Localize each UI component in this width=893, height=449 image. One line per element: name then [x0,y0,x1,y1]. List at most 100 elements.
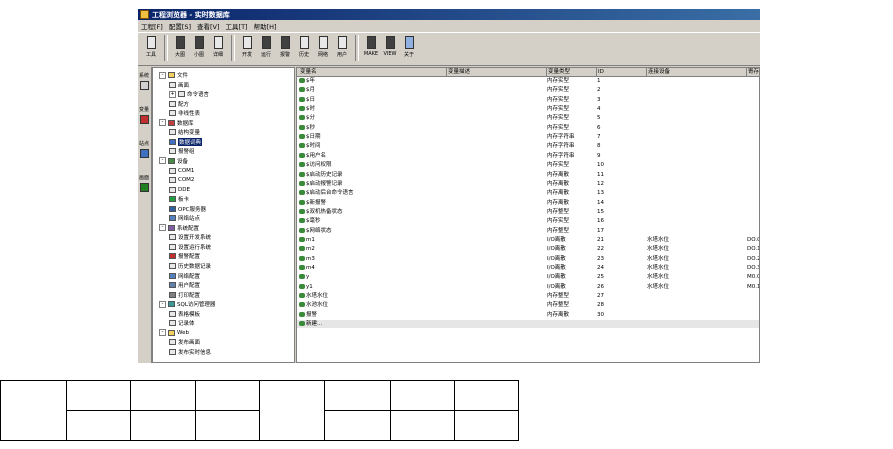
grid-column-header[interactable]: 变量描述 [447,68,547,76]
table-row[interactable]: $日 内存实型 3 [297,96,759,104]
cell-text: 4 [597,106,601,113]
tree-node[interactable]: - 系统配置 [159,224,199,232]
tree-node-label: 板卡 [178,197,190,204]
menu-item[interactable]: 工程[F] [138,21,166,31]
tree-node-label: 打印配置 [178,292,201,299]
tree-node[interactable]: 发布画面 [169,338,200,346]
grid-column-header[interactable]: 变量名 [299,68,447,76]
tree-node[interactable]: 表格模板 [169,310,200,318]
side-tab[interactable]: 画面 [139,175,149,192]
toolbar-button[interactable]: 工具 [142,33,160,63]
tree-node[interactable]: 打印配置 [169,291,200,299]
table-row[interactable]: $双机热备状态 内存整型 15 [297,208,759,216]
tree-node[interactable]: + 命令语言 [169,90,209,98]
tree-node[interactable]: 结构变量 [169,128,200,136]
menu-item[interactable]: 工具[T] [223,21,251,31]
side-tab[interactable]: 站点 [139,141,149,158]
table-row[interactable]: $月 内存实型 2 [297,86,759,94]
toolbar-button[interactable]: 关于 [400,33,418,63]
tree-node[interactable]: 板卡 [169,195,189,203]
tree-expander[interactable]: - [159,224,166,232]
tree-node[interactable]: DDE [169,186,190,194]
table-row[interactable]: $访问权限 内存实型 10 [297,161,759,169]
table-row[interactable]: y I/O离散 25 水塔水位 M0.0 [297,273,759,281]
grid-column-header[interactable]: 寄存器 [747,68,759,76]
tree-node[interactable]: 网络站点 [169,214,200,222]
toolbar-button[interactable]: 小图 [190,33,208,63]
toolbar-button[interactable]: 详细 [209,33,227,63]
table-row[interactable]: m1 I/O离散 21 水塔水位 DO.0 [297,236,759,244]
tree-node[interactable]: 设置开发系统 [169,233,211,241]
table-row[interactable]: 水池水位 内存整型 28 [297,301,759,309]
tree-node[interactable]: COM1 [169,167,194,175]
grid-column-header[interactable]: ID [597,68,647,76]
tree-node[interactable]: COM2 [169,176,194,184]
tree-node[interactable]: 网络配置 [169,272,200,280]
tree-expander[interactable]: - [159,157,166,165]
tree-node[interactable]: - 数据库 [159,119,194,127]
tree-node[interactable]: 记录体 [169,319,195,327]
tree-node[interactable]: 发布实时信息 [169,348,211,356]
grid-column-header[interactable]: 连接设备 [647,68,747,76]
toolbar-button[interactable]: 用户 [333,33,351,63]
tree-expander[interactable]: - [159,71,166,79]
tree-expander[interactable]: - [159,329,166,337]
table-row[interactable]: $新报警 内存离散 14 [297,199,759,207]
table-row[interactable]: m4 I/O离散 24 水塔水位 DO.3 [297,264,759,272]
toolbar-button[interactable]: 运行 [257,33,275,63]
tree-node[interactable]: 报警组 [169,147,195,155]
table-row[interactable]: m2 I/O离散 22 水塔水位 DO.1 [297,245,759,253]
table-row[interactable]: $时 内存实型 4 [297,105,759,113]
table-row[interactable]: 报警 内存离散 30 [297,311,759,319]
tree-node[interactable]: - 设备 [159,157,188,165]
table-row[interactable]: $年 内存实型 1 [297,77,759,85]
table-row[interactable]: $启动后台命令语言 内存离散 13 [297,189,759,197]
tree-node[interactable]: 报警配置 [169,252,200,260]
toolbar-button[interactable]: MAKE [362,33,380,63]
cell-text: 内存整型 [547,208,570,215]
table-row[interactable]: $分 内存实型 5 [297,114,759,122]
tree-expander[interactable]: + [169,90,176,98]
table-row[interactable]: $启动报警记录 内存离散 12 [297,180,759,188]
toolbar-button[interactable]: 报警 [276,33,294,63]
table-row[interactable]: y1 I/O离散 26 水塔水位 M0.1 [297,283,759,291]
tree-node[interactable]: OPC服务器 [169,205,206,213]
side-tab-icon [139,149,149,158]
toolbar-button[interactable]: 大图 [171,33,189,63]
table-row[interactable]: $秒 内存实型 6 [297,124,759,132]
table-row[interactable]: m3 I/O离散 23 水塔水位 DO.2 [297,255,759,263]
side-tab[interactable]: 变量 [139,107,149,124]
toolbar-button[interactable]: 网络 [314,33,332,63]
toolbar-button[interactable]: 开发 [238,33,256,63]
grid-cell: $访问权限 [299,161,447,169]
table-row[interactable]: 新建... [297,320,759,329]
tree-node[interactable]: 配方 [169,100,189,108]
menu-item[interactable]: 配置[S] [166,21,194,31]
tree-node[interactable]: - 文件 [159,71,188,79]
table-row[interactable]: $日期 内存字符串 7 [297,133,759,141]
tree-node[interactable]: 用户配置 [169,281,200,289]
menu-item[interactable]: 帮助[H] [251,21,280,31]
table-row[interactable]: $毫秒 内存实型 16 [297,217,759,225]
tree-expander[interactable]: - [159,300,166,308]
tree-node[interactable]: - SQL访问管理器 [159,300,215,308]
table-row[interactable]: $启动历史记录 内存离散 11 [297,171,759,179]
tree-node[interactable]: 数据词典 [169,137,203,146]
tree-node[interactable]: 历史数据记录 [169,262,211,270]
toolbar-button[interactable]: VIEW [381,33,399,63]
table-row[interactable]: $网络状态 内存整型 17 [297,227,759,235]
tree-node[interactable]: 画面 [169,81,189,89]
tree-node[interactable]: 非线性表 [169,109,200,117]
grid-column-header[interactable]: 变量类型 [547,68,597,76]
tree-node[interactable]: 设置运行系统 [169,243,211,251]
device-icon [168,157,175,164]
table-row[interactable]: $时间 内存字符串 8 [297,142,759,150]
grid-cell: 30 [597,311,647,319]
side-tab[interactable]: 系统 [139,73,149,90]
tree-node[interactable]: - Web [159,329,189,337]
toolbar-button[interactable]: 历史 [295,33,313,63]
table-row[interactable]: $用户名 内存字符串 9 [297,152,759,160]
table-row[interactable]: 水塔水位 内存整型 27 [297,292,759,300]
tree-expander[interactable]: - [159,119,166,127]
menu-item[interactable]: 查看[V] [194,21,223,31]
